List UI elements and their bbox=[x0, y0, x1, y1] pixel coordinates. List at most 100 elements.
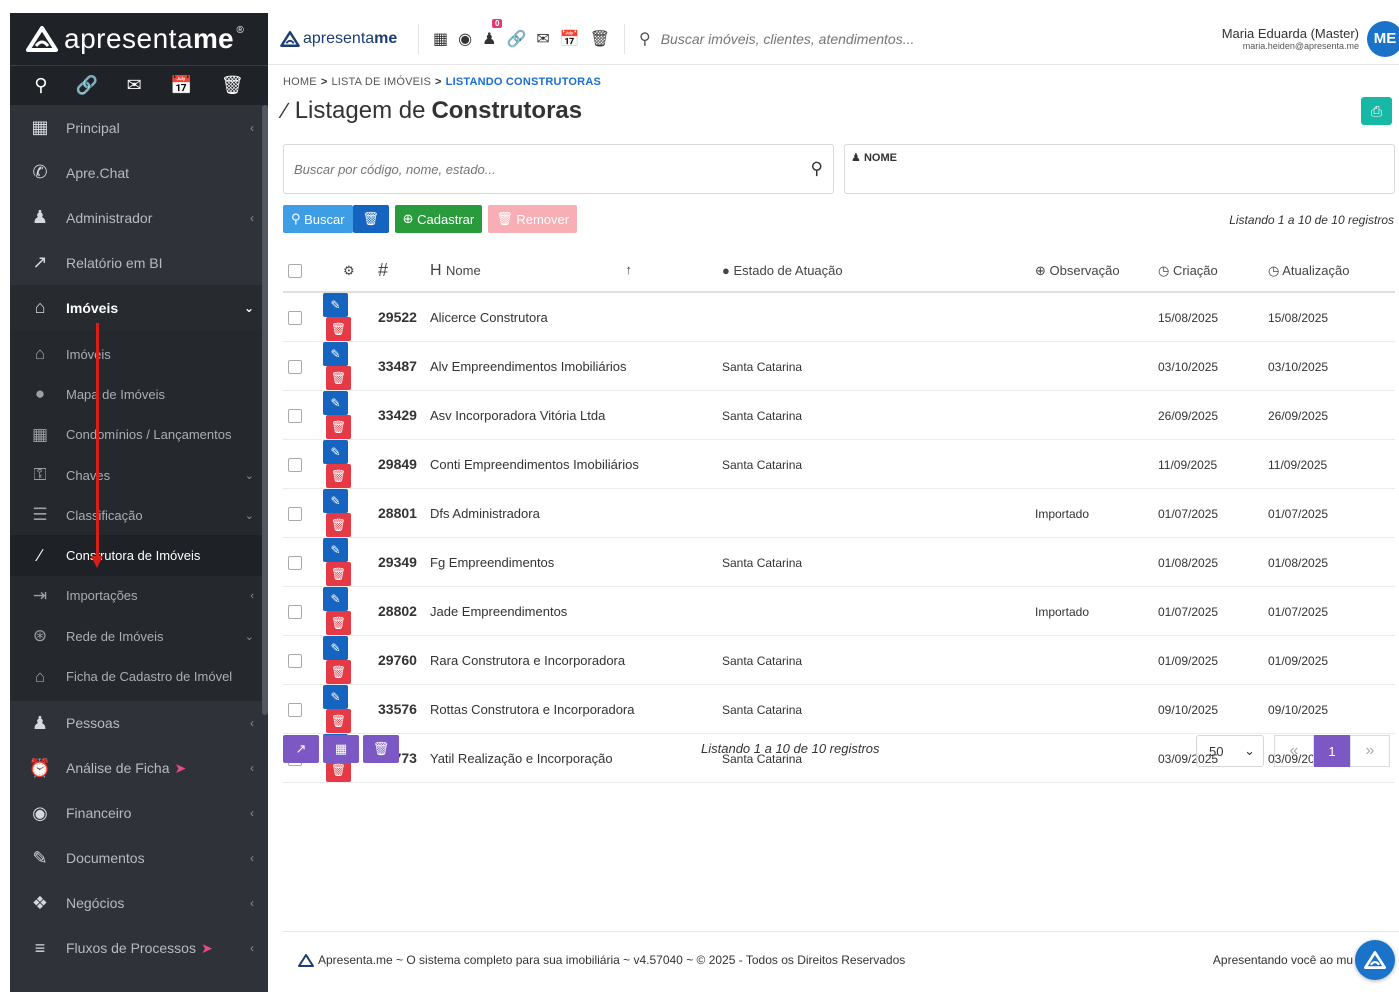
row-checkbox[interactable] bbox=[288, 506, 302, 521]
delete-button[interactable]: 🗑 bbox=[326, 513, 351, 537]
edit-button[interactable]: ✎ bbox=[323, 489, 348, 513]
bell-icon[interactable]: ◉ bbox=[458, 29, 472, 49]
breadcrumb-list[interactable]: LISTA DE IMÓVEIS bbox=[331, 76, 431, 88]
row-name[interactable]: Dfs Administradora bbox=[430, 506, 540, 521]
row-name[interactable]: Rottas Construtora e Incorporadora bbox=[430, 702, 635, 717]
pagination-page-1[interactable]: 1 bbox=[1314, 735, 1350, 767]
row-checkbox[interactable] bbox=[288, 555, 302, 570]
row-name[interactable]: Alicerce Construtora bbox=[430, 310, 548, 325]
col-id-header[interactable]: # bbox=[378, 260, 388, 280]
row-name[interactable]: Jade Empreendimentos bbox=[430, 604, 567, 619]
calendar-icon[interactable]: 📅 bbox=[170, 75, 192, 96]
sidebar-item-condominios[interactable]: ▦ Condomínios / Lançamentos bbox=[10, 415, 268, 455]
mail-icon[interactable]: ✉ bbox=[127, 75, 142, 96]
search-icon[interactable]: ⚲ bbox=[811, 159, 823, 179]
link-icon[interactable]: 🔗 bbox=[76, 75, 98, 96]
sidebar-item-mapa[interactable]: ● Mapa de Imóveis bbox=[10, 374, 268, 414]
sidebar-item-analise-ficha[interactable]: ⏰ Análise de Ficha ➤ ‹ bbox=[10, 746, 268, 791]
remover-button[interactable]: 🗑 Remover bbox=[488, 205, 578, 233]
delete-button[interactable]: 🗑 bbox=[326, 611, 351, 635]
columns-button[interactable]: ▦ bbox=[323, 735, 359, 763]
table-row[interactable]: ✎🗑 28802 Jade Empreendimentos Importado 01/0… bbox=[283, 586, 1395, 636]
table-row[interactable]: ✎🗑 29522 Alicerce Construtora 15/08/2025 15/… bbox=[283, 292, 1395, 342]
edit-button[interactable]: ✎ bbox=[323, 538, 348, 562]
table-row[interactable]: ✎🗑 29349 Fg Empreendimentos Santa Catarina 0… bbox=[283, 537, 1395, 587]
select-all-checkbox[interactable] bbox=[288, 264, 302, 279]
sidebar-item-relatorio-bi[interactable]: ↗ Relatório em BI bbox=[10, 240, 268, 285]
per-page-select[interactable]: 50 ⌄ bbox=[1196, 735, 1264, 767]
edit-button[interactable]: ✎ bbox=[323, 342, 348, 366]
table-row[interactable]: ✎🗑 29849 Conti Empreendimentos Imobiliário… bbox=[283, 439, 1395, 489]
buscar-button[interactable]: ⚲ Buscar bbox=[283, 205, 353, 233]
avatar[interactable]: ME bbox=[1367, 20, 1399, 57]
sidebar-item-negocios[interactable]: ❖ Negócios ‹ bbox=[10, 881, 268, 926]
row-checkbox[interactable] bbox=[288, 310, 302, 325]
pagination-first[interactable]: « bbox=[1274, 735, 1314, 767]
row-checkbox[interactable] bbox=[288, 653, 302, 668]
sidebar-item-rede[interactable]: ⊛ Rede de Imóveis ⌄ bbox=[10, 616, 268, 656]
row-name[interactable]: Asv Incorporadora Vitória Ltda bbox=[430, 408, 605, 423]
sidebar-item-imoveis-list[interactable]: ⌂ Imóveis bbox=[10, 334, 268, 374]
delete-button[interactable]: 🗑 bbox=[326, 464, 351, 488]
clear-filter-button[interactable]: 🗑 bbox=[352, 205, 389, 233]
nome-filter-field[interactable]: ♟ NOME bbox=[844, 144, 1395, 194]
row-checkbox[interactable] bbox=[288, 359, 302, 374]
sidebar-item-principal[interactable]: ▦ Principal ‹ bbox=[10, 105, 268, 150]
delete-button[interactable]: 🗑 bbox=[326, 366, 351, 390]
delete-button[interactable]: 🗑 bbox=[326, 317, 351, 341]
col-atualizacao-header[interactable]: Atualização bbox=[1282, 263, 1349, 278]
cadastrar-button[interactable]: ⊕ Cadastrar bbox=[394, 205, 483, 233]
row-name[interactable]: Fg Empreendimentos bbox=[430, 555, 554, 570]
col-estado-header[interactable]: Estado de Atuação bbox=[733, 263, 842, 278]
user-info[interactable]: Maria Eduarda (Master) maria.heiden@apre… bbox=[1222, 26, 1359, 51]
row-name[interactable]: Alv Empreendimentos Imobiliários bbox=[430, 359, 627, 374]
sidebar-item-administrador[interactable]: ♟ Administrador ‹ bbox=[10, 195, 268, 240]
delete-button[interactable]: 🗑 bbox=[326, 562, 351, 586]
row-checkbox[interactable] bbox=[288, 457, 302, 472]
edit-button[interactable]: ✎ bbox=[323, 587, 348, 611]
link-icon[interactable]: 🔗 bbox=[506, 29, 526, 49]
row-checkbox[interactable] bbox=[288, 408, 302, 423]
table-row[interactable]: ✎🗑 29760 Rara Construtora e Incorporadora S… bbox=[283, 635, 1395, 685]
sidebar-item-imoveis[interactable]: ⌂ Imóveis ⌄ bbox=[10, 285, 268, 330]
edit-button[interactable]: ✎ bbox=[323, 391, 348, 415]
edit-button[interactable]: ✎ bbox=[323, 293, 348, 317]
people-icon[interactable]: ♟ 0 bbox=[482, 18, 503, 49]
col-criacao-header[interactable]: Criação bbox=[1173, 263, 1218, 278]
sidebar-item-pessoas[interactable]: ♟ Pessoas ‹ bbox=[10, 701, 268, 746]
col-nome-header[interactable]: Nome bbox=[446, 263, 481, 278]
table-row[interactable]: ✎🗑 33487 Alv Empreendimentos Imobiliários S… bbox=[283, 341, 1395, 391]
filter-search-input[interactable] bbox=[294, 161, 811, 177]
pagination-last[interactable]: » bbox=[1350, 735, 1390, 767]
row-checkbox[interactable] bbox=[288, 702, 302, 717]
sidebar-item-aprechat[interactable]: ✆ Apre.Chat bbox=[10, 150, 268, 195]
edit-button[interactable]: ✎ bbox=[323, 440, 348, 464]
table-row[interactable]: ✎🗑 33429 Asv Incorporadora Vitória Ltda San… bbox=[283, 390, 1395, 440]
row-name[interactable]: Rara Construtora e Incorporadora bbox=[430, 653, 625, 668]
topbar-logo[interactable]: apresenta me bbox=[268, 30, 418, 48]
delete-button[interactable]: 🗑 bbox=[326, 709, 351, 733]
print-button[interactable]: ⎙ bbox=[1361, 97, 1392, 125]
table-row[interactable]: ✎🗑 28801 Dfs Administradora Importado 01/07/… bbox=[283, 488, 1395, 538]
edit-button[interactable]: ✎ bbox=[323, 685, 348, 709]
row-name[interactable]: Conti Empreendimentos Imobiliários bbox=[430, 457, 639, 472]
edit-button[interactable]: ✎ bbox=[323, 636, 348, 660]
sidebar-item-financeiro[interactable]: ◉ Financeiro ‹ bbox=[10, 791, 268, 836]
sidebar-item-ficha-cadastro[interactable]: ⌂ Ficha de Cadastro de Imóvel bbox=[10, 656, 268, 696]
delete-button[interactable]: 🗑 bbox=[326, 415, 351, 439]
grid-icon[interactable]: ▦ bbox=[433, 29, 448, 49]
table-row[interactable]: ✎🗑 33576 Rottas Construtora e Incorporador… bbox=[283, 684, 1395, 734]
sidebar-item-importacoes[interactable]: ⇥ Importações ‹ bbox=[10, 576, 268, 616]
trash-icon[interactable]: 🗑 bbox=[221, 75, 244, 96]
sidebar-item-fluxos[interactable]: ≡ Fluxos de Processos ➤ ‹ bbox=[10, 926, 268, 971]
export-button[interactable]: ↗ bbox=[283, 735, 319, 763]
calendar-icon[interactable]: 📅 bbox=[560, 29, 580, 49]
breadcrumb-home[interactable]: HOME bbox=[283, 76, 317, 88]
global-search-input[interactable] bbox=[660, 30, 1081, 47]
col-obs-header[interactable]: Observação bbox=[1050, 263, 1120, 278]
search-icon[interactable]: ⚲ bbox=[34, 75, 47, 96]
brand-logo[interactable]: apresenta me ® bbox=[10, 13, 268, 65]
trash-icon[interactable]: 🗑 bbox=[590, 29, 610, 49]
delete-button[interactable]: 🗑 bbox=[326, 660, 351, 684]
row-checkbox[interactable] bbox=[288, 604, 302, 619]
